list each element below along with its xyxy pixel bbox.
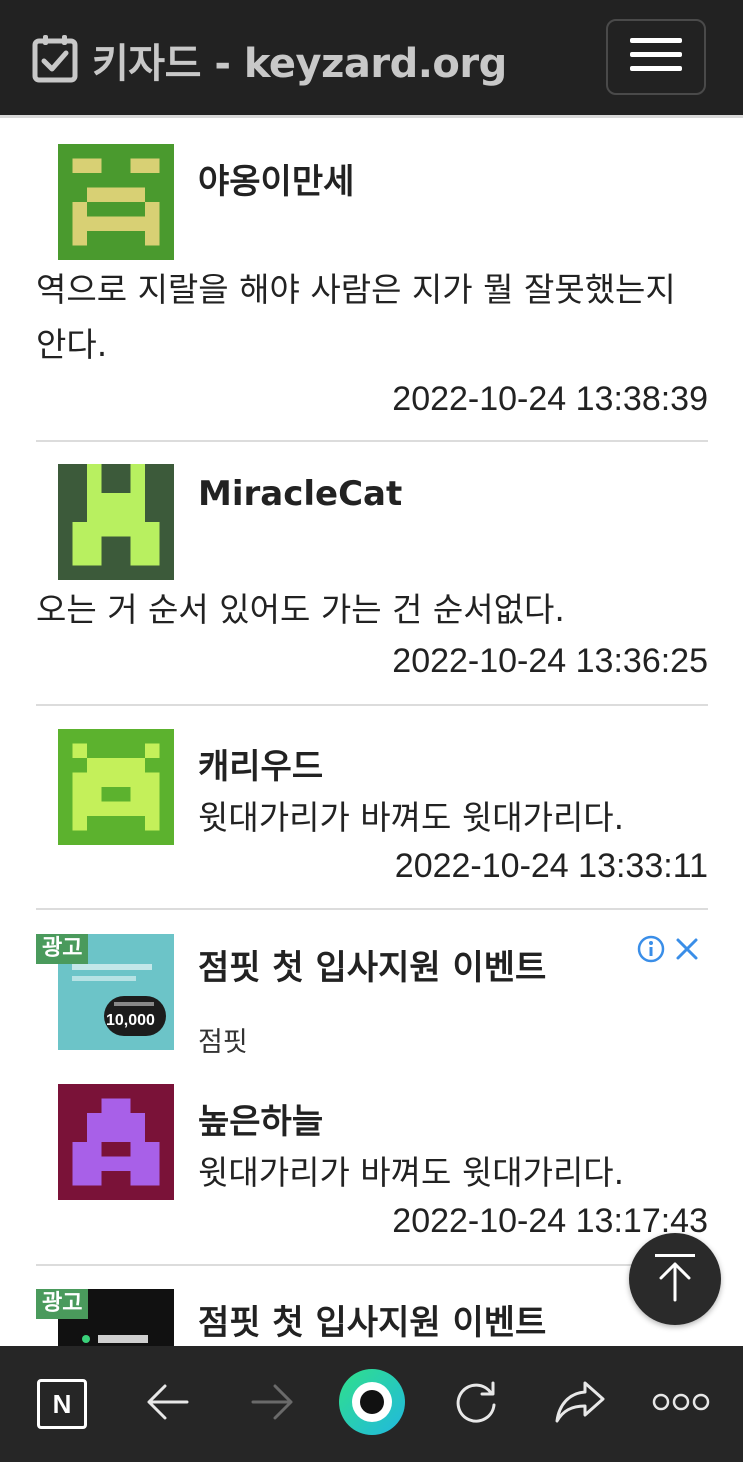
comment-text: 윗대가리가 바껴도 윗대가리다. (198, 1153, 625, 1192)
nickname: 캐리우드 (198, 747, 324, 787)
comment-item: MiracleCat 오는 거 순서 있어도 가는 건 순서없다. 2022-1… (36, 464, 708, 684)
comment-text: 오는 거 순서 있어도 가는 건 순서없다. (36, 590, 565, 629)
avatar (58, 464, 174, 580)
ad-source: 점핏 (198, 1027, 248, 1058)
naver-home-icon: N (37, 1379, 87, 1429)
comment-item: 캐리우드 윗대가리가 바껴도 윗대가리다. 2022-10-24 13:33:1… (36, 729, 708, 899)
divider (36, 1264, 708, 1266)
close-icon[interactable] (674, 936, 700, 966)
comment-date: 2022-10-24 13:36:25 (392, 642, 708, 680)
comment-text: 역으로 지랄을 해야 사람은 지가 뭘 잘못했는지 안다. (36, 270, 676, 364)
top-header: 키자드 - keyzard.org (0, 0, 743, 118)
forward-button[interactable] (242, 1346, 302, 1462)
share-icon (553, 1379, 607, 1429)
ad-thumb-text: 10,000 (106, 1012, 155, 1029)
ad-badge: 광고 (36, 934, 89, 964)
green-dot-icon (337, 1367, 407, 1441)
ad-item[interactable]: 광고 점핏 첫 입사지원 이벤트 (36, 1289, 708, 1346)
forward-arrow-icon (249, 1382, 295, 1426)
ad-item[interactable]: 광고 10,000 점핏 첫 입사지원 이벤트 점핏 (36, 934, 708, 1058)
back-button[interactable] (138, 1346, 198, 1462)
share-button[interactable] (548, 1346, 612, 1462)
avatar (58, 1084, 174, 1200)
info-icon[interactable] (636, 934, 666, 968)
more-icon (652, 1392, 710, 1416)
arrow-up-icon (653, 1252, 697, 1306)
nickname: MiracleCat (198, 474, 403, 514)
comment-item: 높은하늘 윗대가리가 바껴도 윗대가리다. 2022-10-24 13:17:4… (36, 1084, 708, 1254)
divider (36, 440, 708, 442)
nickname: 야옹이만세 (198, 162, 355, 202)
more-button[interactable] (650, 1346, 712, 1462)
back-arrow-icon (145, 1382, 191, 1426)
hamburger-menu-icon (630, 37, 682, 77)
refresh-button[interactable] (446, 1346, 506, 1462)
menu-button[interactable] (606, 19, 706, 95)
ad-title[interactable]: 점핏 첫 입사지원 이벤트 (198, 1295, 546, 1344)
naver-home-button[interactable]: N (30, 1346, 94, 1462)
ad-title[interactable]: 점핏 첫 입사지원 이벤트 (198, 940, 546, 989)
site-title: 키자드 - keyzard.org (92, 41, 507, 87)
calendar-check-icon (32, 33, 78, 87)
avatar (58, 144, 174, 260)
green-dot-button[interactable] (336, 1346, 408, 1462)
scroll-top-button[interactable] (629, 1233, 721, 1325)
avatar (58, 729, 174, 845)
comment-date: 2022-10-24 13:38:39 (392, 380, 708, 418)
comment-item: 야옹이만세 역으로 지랄을 해야 사람은 지가 뭘 잘못했는지 안다. 2022… (36, 144, 708, 444)
brand[interactable]: 키자드 - keyzard.org (32, 32, 507, 88)
divider (36, 704, 708, 706)
ad-badge: 광고 (36, 1289, 89, 1319)
divider (36, 908, 708, 910)
ad-controls (636, 934, 700, 968)
browser-toolbar: N (0, 1346, 743, 1462)
nickname: 높은하늘 (198, 1102, 324, 1142)
comment-text: 윗대가리가 바껴도 윗대가리다. (198, 798, 625, 837)
refresh-icon (451, 1377, 501, 1431)
comment-list[interactable]: 야옹이만세 역으로 지랄을 해야 사람은 지가 뭘 잘못했는지 안다. 2022… (0, 118, 743, 1346)
comment-date: 2022-10-24 13:33:11 (394, 847, 708, 885)
